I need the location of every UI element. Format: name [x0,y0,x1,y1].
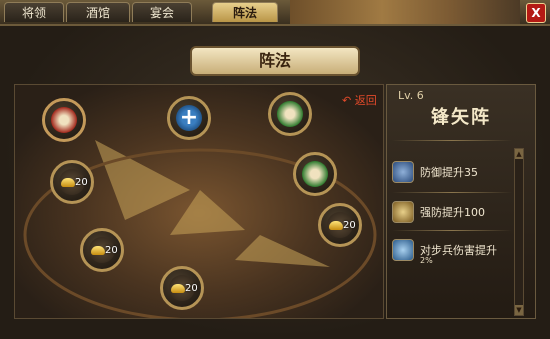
plus-icon: + [176,105,202,131]
stat-row: 强防提升100 [392,196,512,230]
divider [392,140,512,141]
scroll-up-icon[interactable]: ▲ [515,149,523,159]
scroll-down-icon[interactable]: ▼ [515,305,523,315]
stat-row: 防御提升35 [392,156,512,190]
locked-slot[interactable]: 20 [80,228,124,272]
scroll-icon [51,107,77,133]
formation-level: Lv. 6 [398,89,424,102]
formation-triangle-3 [235,235,330,267]
sword-icon [392,201,414,223]
scroll-icon [277,101,303,127]
close-button[interactable]: X [526,3,546,23]
gold-ingot-icon [91,246,105,255]
formation-name: 锋矢阵 [431,107,491,128]
stats-scrollbar[interactable]: ▲ ▼ [514,148,524,316]
return-label: 返回 [354,94,377,107]
battle-scene-banner [290,0,520,24]
tab-generals[interactable]: 将领 [4,2,64,22]
locked-slot[interactable]: 20 [318,203,362,247]
tab-tavern[interactable]: 酒馆 [66,2,130,22]
gold-ingot-icon [329,221,343,230]
tab-formation[interactable]: 阵法 [212,2,278,22]
stat-subtext: 2% [420,256,433,265]
stat-row: 对步兵伤害提升 2% [392,234,512,268]
locked-slot[interactable]: 20 [160,266,204,310]
divider [392,192,512,193]
slot-cost: 20 [343,220,356,231]
scroll-icon [302,161,328,187]
slot-cost: 20 [105,245,118,256]
locked-slot[interactable]: 20 [50,160,94,204]
slot-cost: 20 [75,177,88,188]
gold-ingot-icon [171,284,185,293]
formation-slot-1[interactable] [42,98,86,142]
return-link[interactable]: ↶ 返回 [342,92,377,108]
add-slot-button[interactable]: + [167,96,211,140]
slot-cost: 20 [185,283,198,294]
panel-title: 阵法 [190,46,360,76]
shield-icon [392,161,414,183]
top-tab-bar: 将领 酒馆 宴会 阵法 X [0,0,550,24]
tab-banquet[interactable]: 宴会 [132,2,192,22]
formation-slot-3[interactable] [293,152,337,196]
formation-slot-2[interactable] [268,92,312,136]
formation-triangle-2 [170,190,245,235]
divider [392,230,512,231]
stat-text: 强防提升100 [420,206,485,219]
gold-ingot-icon [61,178,75,187]
spear-icon [392,239,414,261]
stat-text: 防御提升35 [420,166,478,179]
